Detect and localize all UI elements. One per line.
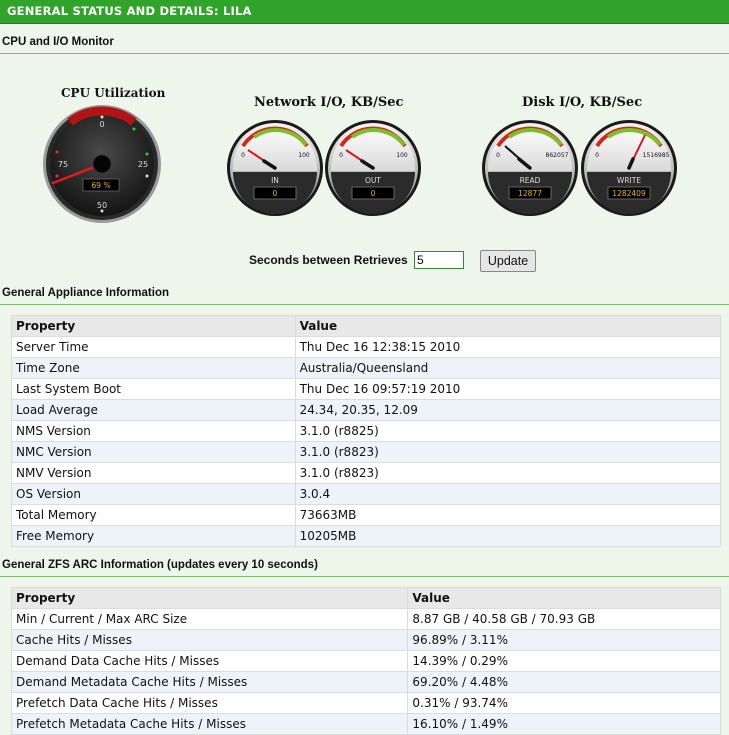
property-cell: Min / Current / Max ARC Size [10, 608, 409, 630]
property-cell: Prefetch Metadata Cache Hits / Misses [10, 713, 409, 735]
value-cell: 3.1.0 (r8825) [294, 420, 722, 442]
refresh-interval-label: Seconds between Retrieves [249, 253, 408, 267]
section-title: General Appliance Information [2, 287, 169, 299]
disk-write-gauge: 0 1516985 WRITE 1282409 [581, 120, 677, 216]
disk-read-gauge: 0 862057 READ 12877 [482, 120, 578, 216]
page-header: GENERAL STATUS AND DETAILS: LILA [0, 0, 729, 24]
value-cell: 16.10% / 1.49% [407, 713, 721, 735]
property-cell: Server Time [11, 336, 296, 358]
property-cell: Time Zone [11, 357, 296, 379]
property-cell: Free Memory [11, 525, 296, 547]
network-out-gauge: 0 100 OUT 0 [325, 120, 421, 216]
network-in-max-label: 100 [298, 152, 310, 159]
table-row: Last System Boot Thu Dec 16 09:57:19 2010 [11, 378, 722, 400]
table-row: Server Time Thu Dec 16 12:38:15 2010 [11, 336, 722, 358]
cpu-tick-label: 25 [138, 160, 148, 169]
table-row: Prefetch Data Cache Hits / Misses 0.31% /… [10, 692, 721, 714]
property-cell: OS Version [11, 483, 296, 505]
cpu-value-display: 69 % [91, 181, 110, 190]
cpu-gauge: 0 25 50 75 69 % [43, 105, 161, 223]
value-cell: 8.87 GB / 40.58 GB / 70.93 GB [407, 608, 721, 630]
disk-write-value: 1282409 [612, 189, 646, 198]
value-cell: 24.34, 20.35, 12.09 [294, 399, 722, 421]
disk-write-max-label: 1516985 [643, 152, 670, 159]
table-row: Demand Metadata Cache Hits / Misses 69.20… [10, 671, 721, 693]
disk-write-label: WRITE [617, 176, 641, 185]
table-row: NMC Version 3.1.0 (r8823) [11, 441, 722, 463]
zfs-arc-section-header: General ZFS ARC Information (updates eve… [0, 556, 729, 577]
update-button[interactable]: Update [480, 250, 536, 272]
column-header: Value [294, 315, 722, 337]
cpu-io-monitor-section-header: CPU and I/O Monitor [0, 33, 729, 54]
network-in-label: IN [271, 176, 279, 185]
property-cell: Demand Data Cache Hits / Misses [10, 650, 409, 672]
cpu-tick-label: 0 [99, 120, 104, 129]
network-gauge-title: Network I/O, KB/Sec [254, 95, 404, 110]
property-cell: NMS Version [11, 420, 296, 442]
disk-gauge-title: Disk I/O, KB/Sec [522, 95, 643, 110]
cpu-gauge-title: CPU Utilization [61, 86, 166, 100]
value-cell: Australia/Queensland [294, 357, 722, 379]
appliance-info-table: Property Value Server Time Thu Dec 16 12:… [11, 315, 722, 547]
value-cell: 3.0.4 [294, 483, 722, 505]
table-row: Total Memory 73663MB [11, 504, 722, 526]
network-in-value: 0 [273, 189, 278, 198]
table-row: Free Memory 10205MB [11, 525, 722, 547]
zfs-arc-table: Property Value Min / Current / Max ARC S… [10, 587, 721, 735]
table-row: Cache Hits / Misses 96.89% / 3.11% [10, 629, 721, 651]
property-cell: Demand Metadata Cache Hits / Misses [10, 671, 409, 693]
column-header: Property [11, 315, 296, 337]
network-out-value: 0 [371, 189, 376, 198]
section-title: CPU and I/O Monitor [2, 36, 114, 48]
table-row: Load Average 24.34, 20.35, 12.09 [11, 399, 722, 421]
refresh-interval-input[interactable] [414, 251, 464, 269]
network-in-min-label: 0 [241, 152, 245, 159]
cpu-tick-label: 50 [97, 201, 107, 210]
disk-read-max-label: 862057 [546, 152, 569, 159]
table-header-row: Property Value [10, 587, 721, 609]
value-cell: 10205MB [294, 525, 722, 547]
table-row: NMV Version 3.1.0 (r8823) [11, 462, 722, 484]
property-cell: Total Memory [11, 504, 296, 526]
value-cell: 69.20% / 4.48% [407, 671, 721, 693]
property-cell: NMV Version [11, 462, 296, 484]
value-cell: 3.1.0 (r8823) [294, 441, 722, 463]
value-cell: 73663MB [294, 504, 722, 526]
disk-read-min-label: 0 [496, 152, 500, 159]
value-cell: Thu Dec 16 12:38:15 2010 [294, 336, 722, 358]
value-cell: 96.89% / 3.11% [407, 629, 721, 651]
table-row: OS Version 3.0.4 [11, 483, 722, 505]
network-out-max-label: 100 [396, 152, 408, 159]
disk-read-label: READ [520, 176, 541, 185]
section-title: General ZFS ARC Information (updates eve… [2, 559, 318, 571]
value-cell: Thu Dec 16 09:57:19 2010 [294, 378, 722, 400]
column-header: Property [10, 587, 409, 609]
disk-read-value: 12877 [518, 189, 542, 198]
value-cell: 0.31% / 93.74% [407, 692, 721, 714]
network-out-min-label: 0 [339, 152, 343, 159]
disk-write-min-label: 0 [595, 152, 599, 159]
network-in-gauge: 0 100 IN 0 [227, 120, 323, 216]
table-row: Demand Data Cache Hits / Misses 14.39% / … [10, 650, 721, 672]
table-row: Time Zone Australia/Queensland [11, 357, 722, 379]
value-cell: 3.1.0 (r8823) [294, 462, 722, 484]
property-cell: Last System Boot [11, 378, 296, 400]
cpu-tick-label: 75 [58, 160, 68, 169]
column-header: Value [407, 587, 721, 609]
property-cell: Prefetch Data Cache Hits / Misses [10, 692, 409, 714]
value-cell: 14.39% / 0.29% [407, 650, 721, 672]
network-out-label: OUT [365, 176, 381, 185]
table-header-row: Property Value [11, 315, 722, 337]
page-title: GENERAL STATUS AND DETAILS: LILA [7, 4, 252, 18]
property-cell: Load Average [11, 399, 296, 421]
table-row: Min / Current / Max ARC Size 8.87 GB / 40… [10, 608, 721, 630]
property-cell: NMC Version [11, 441, 296, 463]
property-cell: Cache Hits / Misses [10, 629, 409, 651]
appliance-info-section-header: General Appliance Information [0, 284, 729, 305]
table-row: Prefetch Metadata Cache Hits / Misses 16.… [10, 713, 721, 735]
table-row: NMS Version 3.1.0 (r8825) [11, 420, 722, 442]
